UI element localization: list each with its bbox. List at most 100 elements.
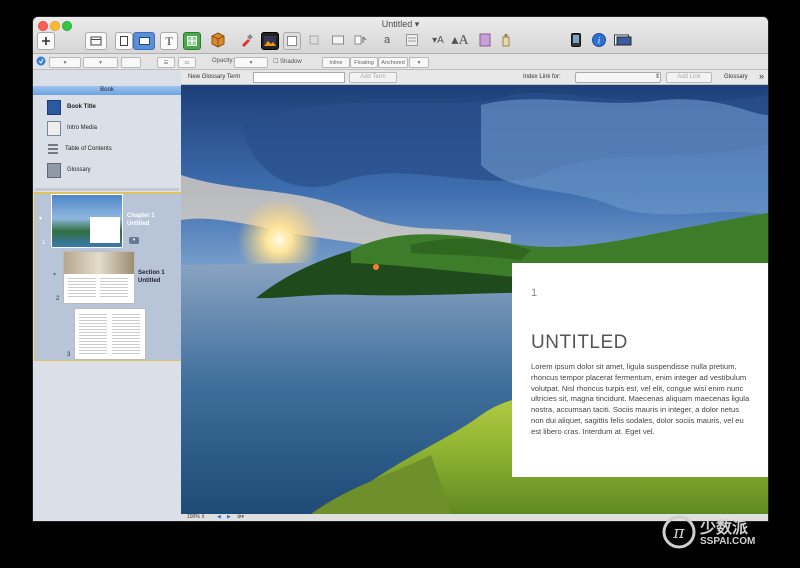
mask-button[interactable]	[330, 32, 346, 48]
chapter-heading: UNTITLED	[531, 332, 628, 353]
sidebar-header: Book	[33, 86, 181, 95]
document-canvas[interactable]: 1 UNTITLED Lorem ipsum dolor sit amet, l…	[181, 85, 768, 514]
text-box-button[interactable]: T	[160, 32, 178, 50]
section-title: Section 1	[138, 270, 165, 276]
media-button[interactable]	[261, 32, 279, 50]
sidebar-item-intro-media[interactable]: Intro Media	[47, 120, 97, 136]
chapter-label: Chapter 1 Untitled	[127, 212, 155, 228]
glossary-button[interactable]: Glossary	[724, 74, 748, 80]
title-text-box[interactable]: 1 UNTITLED Lorem ipsum dolor sit amet, l…	[512, 263, 768, 477]
media-browser-icon	[614, 34, 632, 46]
widget-button[interactable]	[239, 32, 255, 48]
fonts-button[interactable]	[499, 32, 513, 48]
section-subtitle: Untitled	[138, 278, 161, 284]
add-page-button[interactable]	[37, 32, 55, 50]
wrap-anchored-button[interactable]: Anchored	[378, 57, 408, 68]
thumbnail-text-col	[100, 278, 128, 298]
landscape-view-button[interactable]	[133, 32, 155, 50]
plus-icon	[42, 37, 50, 45]
arrange-button[interactable]	[403, 32, 421, 48]
character-icon: a	[383, 34, 391, 46]
page-icon	[120, 36, 128, 46]
add-term-button[interactable]: Add Term	[349, 72, 397, 83]
cube-icon	[211, 32, 225, 48]
font-smaller-icon: ▾A	[432, 34, 444, 46]
book-sidebar: Book Book Title Intro Media Table of Con…	[33, 70, 182, 521]
shapes-icon	[354, 35, 367, 45]
table-icon	[187, 36, 197, 46]
chapter-subtitle: Untitled	[127, 221, 150, 227]
info-icon: i	[592, 33, 606, 47]
brush-icon	[242, 34, 253, 47]
smaller-font-button[interactable]: ▾A	[429, 32, 447, 48]
book-icon	[47, 99, 61, 115]
sidebar-item-label: Table of Contents	[65, 146, 112, 152]
table-button[interactable]	[183, 32, 201, 50]
style-icon[interactable]	[36, 56, 46, 66]
style-select[interactable]: ▾	[49, 57, 81, 68]
watermark-cn: 少数派	[700, 518, 749, 537]
palette-icon	[479, 33, 491, 47]
sidebar-item-glossary[interactable]: Glossary	[47, 162, 91, 178]
media-browser-button[interactable]	[613, 32, 633, 48]
sidebar-item-book-title[interactable]: Book Title	[47, 99, 96, 115]
bigger-font-button[interactable]: ▴A	[451, 32, 469, 48]
page-thumbnail[interactable]	[74, 308, 146, 360]
section-label: Section 1 Untitled	[138, 269, 165, 285]
shadow-label: Shadow	[280, 59, 302, 65]
shapes-button[interactable]	[352, 32, 370, 48]
chevron-right-icon[interactable]: »	[759, 71, 764, 81]
preview-button[interactable]	[569, 32, 583, 48]
index-link-select[interactable]: ⇕	[575, 72, 661, 83]
page-number: 3	[67, 352, 71, 358]
arrange-icon	[406, 34, 418, 46]
thumbnail-text-col	[68, 278, 96, 298]
shape-button[interactable]	[209, 32, 227, 48]
wrap-inline-button[interactable]: Inline	[322, 57, 350, 68]
gallery-icon	[264, 36, 276, 46]
shadow-checkbox[interactable]: ☐ Shadow	[273, 58, 302, 65]
mask-icon	[332, 35, 344, 45]
title-bar: Untitled ▾ T a ▾A ▴A i	[33, 17, 768, 54]
align-button[interactable]: ☰	[157, 57, 175, 68]
sidebar-item-table-of-contents[interactable]: Table of Contents	[47, 141, 112, 157]
section-disclosure-triangle[interactable]: ▾	[53, 271, 56, 278]
watermark: π 少数派 SSPAI.COM	[660, 512, 780, 552]
colors-button[interactable]	[478, 32, 492, 48]
wrap-floating-button[interactable]: Floating	[350, 57, 378, 68]
landscape-icon	[138, 37, 150, 45]
disclosure-triangle[interactable]: ▾	[39, 215, 42, 222]
wrap-options-select[interactable]: ▾	[409, 57, 429, 68]
thumbnail-text-block	[90, 217, 120, 243]
portrait-view-button[interactable]	[115, 32, 133, 50]
text-style-button[interactable]: a	[379, 32, 395, 48]
crop-button[interactable]	[305, 32, 323, 48]
thumbnail-text-col	[79, 314, 107, 354]
new-glossary-term-input[interactable]	[253, 72, 345, 83]
sidebar-divider	[35, 188, 179, 191]
prev-page-button[interactable]: ◀	[217, 514, 221, 520]
view-button[interactable]	[85, 32, 107, 50]
frame-button[interactable]: ▭	[178, 57, 196, 68]
bottle-icon	[502, 34, 510, 47]
chapter-thumbnail[interactable]	[51, 194, 123, 248]
border-select[interactable]	[121, 57, 141, 68]
color-select[interactable]: ▾	[83, 57, 118, 68]
inspector-button[interactable]: i	[591, 32, 607, 48]
opacity-label: Opacity:	[212, 58, 235, 64]
insert-image-button[interactable]	[283, 32, 301, 50]
zoom-value: 100%	[187, 514, 200, 520]
font-bigger-icon: ▴A	[451, 32, 469, 48]
next-page-button[interactable]: ▶	[227, 514, 231, 520]
section-thumbnail[interactable]	[63, 251, 135, 304]
glossary-icon	[47, 162, 61, 178]
window-title: Untitled ▾	[381, 19, 420, 29]
crop-icon	[309, 35, 319, 45]
add-link-button[interactable]: Add Link	[666, 72, 712, 83]
chapter-options-button[interactable]: ▾	[129, 237, 139, 244]
gear-icon[interactable]: ⚙▾	[237, 514, 244, 520]
opacity-select[interactable]: ▾	[234, 57, 268, 68]
zoom-select[interactable]: 100% ⇕	[187, 514, 205, 520]
sidebar-item-label: Intro Media	[67, 125, 98, 131]
svg-text:π: π	[672, 523, 685, 543]
